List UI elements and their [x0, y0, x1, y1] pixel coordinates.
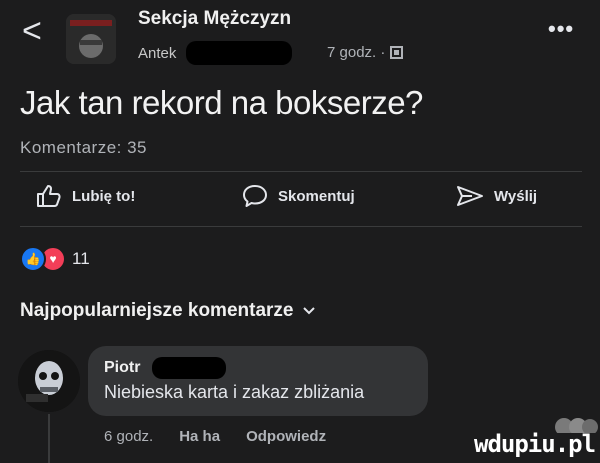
send-icon — [457, 186, 483, 206]
post-time-text: 7 godz. · — [327, 44, 386, 61]
comment-count[interactable]: Komentarze: 35 — [20, 138, 147, 158]
chevron-down-icon — [303, 307, 316, 315]
commenter-name-row[interactable]: Piotr — [104, 357, 227, 379]
post-timestamp: 7 godz. · — [327, 44, 404, 61]
comment-text: Niebieska karta i zakaz zbliżania — [104, 382, 365, 402]
comment-meta: 6 godz. Ha ha Odpowiedz — [104, 428, 326, 445]
like-label: Lubię to! — [72, 187, 136, 205]
send-label: Wyślij — [494, 187, 538, 205]
comments-section-title: Najpopularniejsze komentarze — [20, 300, 294, 321]
send-button[interactable]: Wyślij — [456, 184, 537, 208]
thumbs-up-icon — [37, 185, 61, 207]
group-name[interactable]: Sekcja Mężczyzn — [138, 8, 291, 30]
more-options-icon[interactable]: ••• — [548, 16, 574, 42]
comment-button[interactable]: Skomentuj — [242, 184, 355, 208]
divider-top — [20, 171, 582, 172]
comment-bubble-icon — [243, 185, 267, 207]
back-chevron-icon[interactable]: < — [22, 14, 42, 48]
comment-label: Skomentuj — [278, 187, 355, 205]
group-privacy-icon — [390, 46, 404, 59]
haha-reaction-button[interactable]: Ha ha — [179, 428, 220, 445]
comment-time: 6 godz. — [104, 428, 154, 445]
like-reaction-icon: 👍 — [20, 246, 46, 272]
thread-line — [48, 414, 50, 463]
like-button[interactable]: Lubię to! — [36, 184, 135, 208]
post-author-name[interactable]: Antek — [138, 45, 176, 62]
comments-sort-dropdown[interactable]: Najpopularniejsze komentarze — [20, 300, 316, 322]
redacted-commenter-surname — [152, 357, 227, 379]
commenter-avatar[interactable] — [18, 350, 80, 412]
reaction-summary[interactable]: 👍 ♥ 11 — [20, 246, 90, 272]
post-author-row[interactable]: Antek — [138, 41, 293, 65]
reaction-count: 11 — [72, 249, 90, 268]
divider-bottom — [20, 226, 582, 227]
group-avatar[interactable] — [66, 14, 116, 64]
commenter-name[interactable]: Piotr — [104, 359, 140, 377]
redacted-surname — [186, 41, 293, 65]
reply-button[interactable]: Odpowiedz — [246, 428, 326, 445]
post-title: Jak tan rekord na bokserze? — [20, 84, 423, 121]
watermark-logo: wdupiu.pl — [474, 430, 596, 458]
